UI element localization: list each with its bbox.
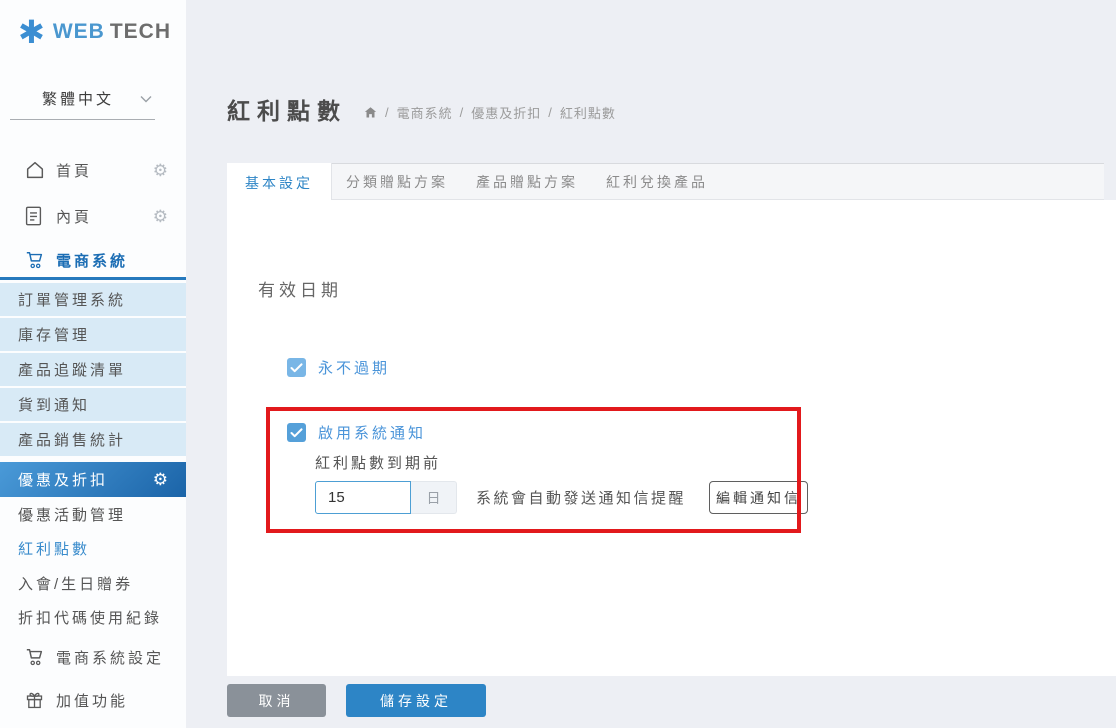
brand-logo: ✱ WEB TECH — [18, 14, 171, 50]
page-icon — [24, 205, 43, 227]
settings-panel: 有效日期 永不過期 啟用系統通知 紅利點數到期前 日 系統會自動發送通知信提醒 … — [227, 200, 1116, 676]
page-title: 紅利點數 — [227, 98, 347, 126]
breadcrumb-item-bonus-points[interactable]: 紅利點數 — [560, 103, 616, 122]
notify-hint-text: 系統會自動發送通知信提醒 — [476, 487, 686, 508]
breadcrumb-separator: / — [385, 105, 390, 120]
gear-icon[interactable]: ⚙ — [153, 208, 168, 225]
sidebar-subitem-discounts[interactable]: 優惠及折扣 ⚙ — [0, 462, 186, 497]
sidebar-item-label: 加值功能 — [56, 690, 128, 711]
sidebar-item-label: 電商系統設定 — [56, 647, 164, 668]
never-expire-label: 永不過期 — [318, 357, 390, 378]
cancel-button[interactable]: 取消 — [227, 684, 326, 717]
breadcrumb-separator: / — [460, 105, 465, 120]
sidebar-subitem-membership-birthday-coupon[interactable]: 入會/生日贈券 — [0, 566, 186, 600]
tab-bonus-redeem-products[interactable]: 紅利兌換產品 — [592, 164, 722, 199]
active-section-divider — [0, 277, 186, 280]
sidebar-item-label: 首頁 — [56, 160, 92, 181]
screen: ✱ WEB TECH 繁體中文 首頁 ⚙ 內頁 ⚙ 電 — [0, 0, 1116, 728]
language-selector[interactable]: 繁體中文 — [42, 88, 152, 109]
edit-notification-mail-button[interactable]: 編輯通知信 — [709, 481, 808, 514]
notify-days-row: 日 系統會自動發送通知信提醒 編輯通知信 — [315, 481, 808, 514]
footer-action-bar: 取消 儲存設定 — [186, 676, 1116, 728]
checkbox-checked-icon[interactable] — [287, 358, 306, 377]
sidebar-item-ecommerce[interactable]: 電商系統 — [0, 242, 186, 278]
sidebar-subitem-inventory[interactable]: 庫存管理 — [0, 318, 186, 351]
cart-icon — [24, 250, 46, 270]
tab-bar: 基本設定 分類贈點方案 產品贈點方案 紅利兌換產品 — [227, 163, 1104, 200]
sidebar: ✱ WEB TECH 繁體中文 首頁 ⚙ 內頁 ⚙ 電 — [0, 0, 186, 728]
sidebar-subitem-sales-stats[interactable]: 產品銷售統計 — [0, 423, 186, 456]
before-expire-label: 紅利點數到期前 — [315, 452, 441, 473]
breadcrumb-item-ecommerce[interactable]: 電商系統 — [397, 103, 453, 122]
sidebar-item-home[interactable]: 首頁 ⚙ — [0, 152, 186, 188]
checkbox-checked-icon[interactable] — [287, 423, 306, 442]
home-icon — [24, 159, 46, 181]
breadcrumb-separator: / — [548, 105, 553, 120]
tab-product-bonus-plan[interactable]: 產品贈點方案 — [462, 164, 592, 199]
brand-word-primary: WEB — [53, 20, 105, 44]
language-value: 繁體中文 — [42, 88, 114, 109]
breadcrumb-item-discounts[interactable]: 優惠及折扣 — [471, 103, 541, 122]
save-settings-button[interactable]: 儲存設定 — [346, 684, 486, 717]
section-title-valid-date: 有效日期 — [258, 276, 342, 301]
breadcrumb: / 電商系統 / 優惠及折扣 / 紅利點數 — [363, 103, 616, 122]
gift-icon — [24, 690, 45, 711]
main-area: 紅利點數 / 電商系統 / 優惠及折扣 / 紅利點數 基本設定 分類贈點方案 產… — [186, 0, 1116, 728]
sidebar-item-label: 電商系統 — [56, 250, 128, 271]
tab-basic-settings[interactable]: 基本設定 — [227, 163, 332, 202]
sidebar-subitem-discount-code-history[interactable]: 折扣代碼使用紀錄 — [0, 600, 186, 634]
days-unit-addon: 日 — [411, 481, 457, 514]
system-notify-checkbox-row[interactable]: 啟用系統通知 — [287, 422, 426, 443]
language-underline — [10, 119, 155, 120]
asterisk-icon: ✱ — [18, 14, 45, 50]
home-icon[interactable] — [363, 105, 378, 120]
sidebar-item-label: 內頁 — [56, 206, 92, 227]
sidebar-subitem-promo-management[interactable]: 優惠活動管理 — [0, 497, 186, 531]
sidebar-item-addons[interactable]: 加值功能 — [0, 682, 186, 718]
gear-icon[interactable]: ⚙ — [153, 162, 168, 179]
system-notify-label: 啟用系統通知 — [318, 422, 426, 443]
never-expire-checkbox-row[interactable]: 永不過期 — [287, 357, 390, 378]
sidebar-item-label: 優惠及折扣 — [18, 469, 108, 490]
tab-category-bonus-plan[interactable]: 分類贈點方案 — [332, 164, 462, 199]
cart-icon — [24, 647, 46, 667]
chevron-down-icon — [140, 95, 152, 103]
brand-word-secondary: TECH — [110, 20, 171, 44]
sidebar-subitem-bonus-points[interactable]: 紅利點數 — [0, 531, 186, 565]
sidebar-subitem-order-management[interactable]: 訂單管理系統 — [0, 283, 186, 316]
sidebar-subitem-product-tracking[interactable]: 產品追蹤清單 — [0, 353, 186, 386]
sidebar-item-inner-pages[interactable]: 內頁 ⚙ — [0, 198, 186, 234]
gear-icon[interactable]: ⚙ — [153, 471, 168, 488]
sidebar-item-ecommerce-settings[interactable]: 電商系統設定 — [0, 639, 186, 675]
sidebar-subitem-arrival-notice[interactable]: 貨到通知 — [0, 388, 186, 421]
notify-days-input[interactable] — [315, 481, 411, 514]
